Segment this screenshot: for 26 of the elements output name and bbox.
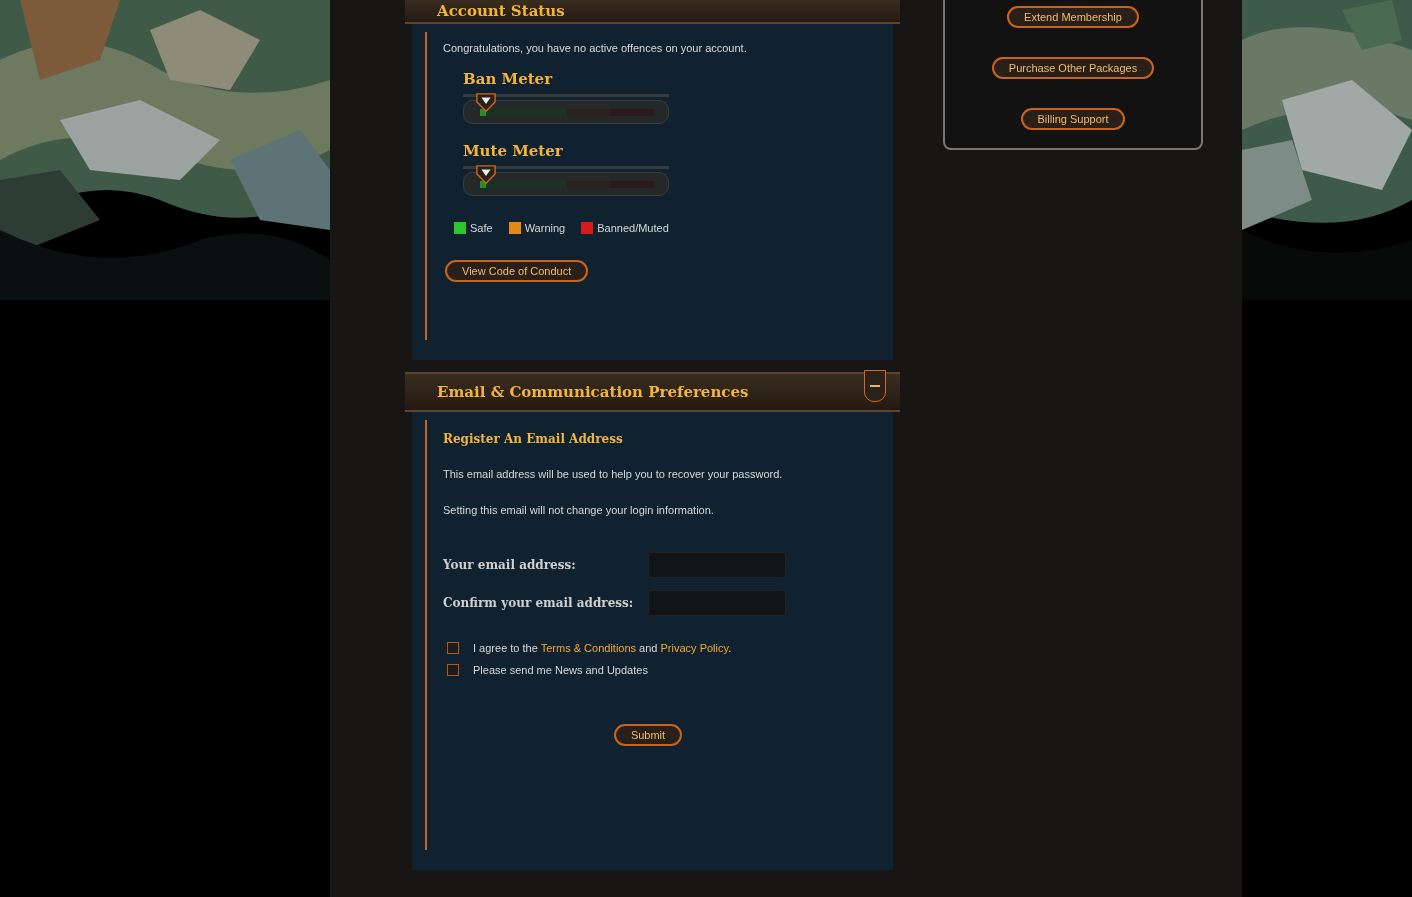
checkbox-label: Please send me News and Updates <box>473 664 648 676</box>
checkbox-label: . <box>728 642 732 654</box>
meter-label: Ban Meter <box>463 70 554 88</box>
sidebar-button[interactable]: Purchase Other Packages <box>991 57 1155 79</box>
sidebar-button[interactable]: Billing Support <box>1020 108 1126 130</box>
legend-label: Banned/Muted <box>597 222 669 234</box>
info-text: Setting this email will not change your login information. <box>443 504 715 516</box>
status-message: Congratulations, you have no active offences on your account. <box>443 42 748 54</box>
section-title: Email & Communication Preferences <box>437 383 749 401</box>
link[interactable]: Terms & Conditions <box>540 642 637 654</box>
checkbox-label: and <box>638 642 659 654</box>
field-label: Confirm your email address: <box>443 596 635 610</box>
section-title: Account Status <box>437 2 565 20</box>
meter-label: Mute Meter <box>463 142 564 160</box>
info-text: This email address will be used to help you to recover your password. <box>443 468 784 480</box>
legend-label: Warning <box>524 222 566 234</box>
view-code-of-conduct-button[interactable]: View Code of Conduct <box>445 260 589 282</box>
checkbox[interactable] <box>447 664 459 676</box>
field-label: Your email address: <box>443 558 577 572</box>
legend-label: Safe <box>470 222 493 234</box>
collapse-button[interactable] <box>864 370 886 402</box>
checkbox[interactable] <box>447 642 459 654</box>
submit-button[interactable]: Submit <box>613 724 683 746</box>
subsection-title: Register An Email Address <box>443 432 624 446</box>
checkbox-label: I agree to the <box>473 642 539 654</box>
sidebar-button[interactable]: Extend Membership <box>1007 6 1139 28</box>
